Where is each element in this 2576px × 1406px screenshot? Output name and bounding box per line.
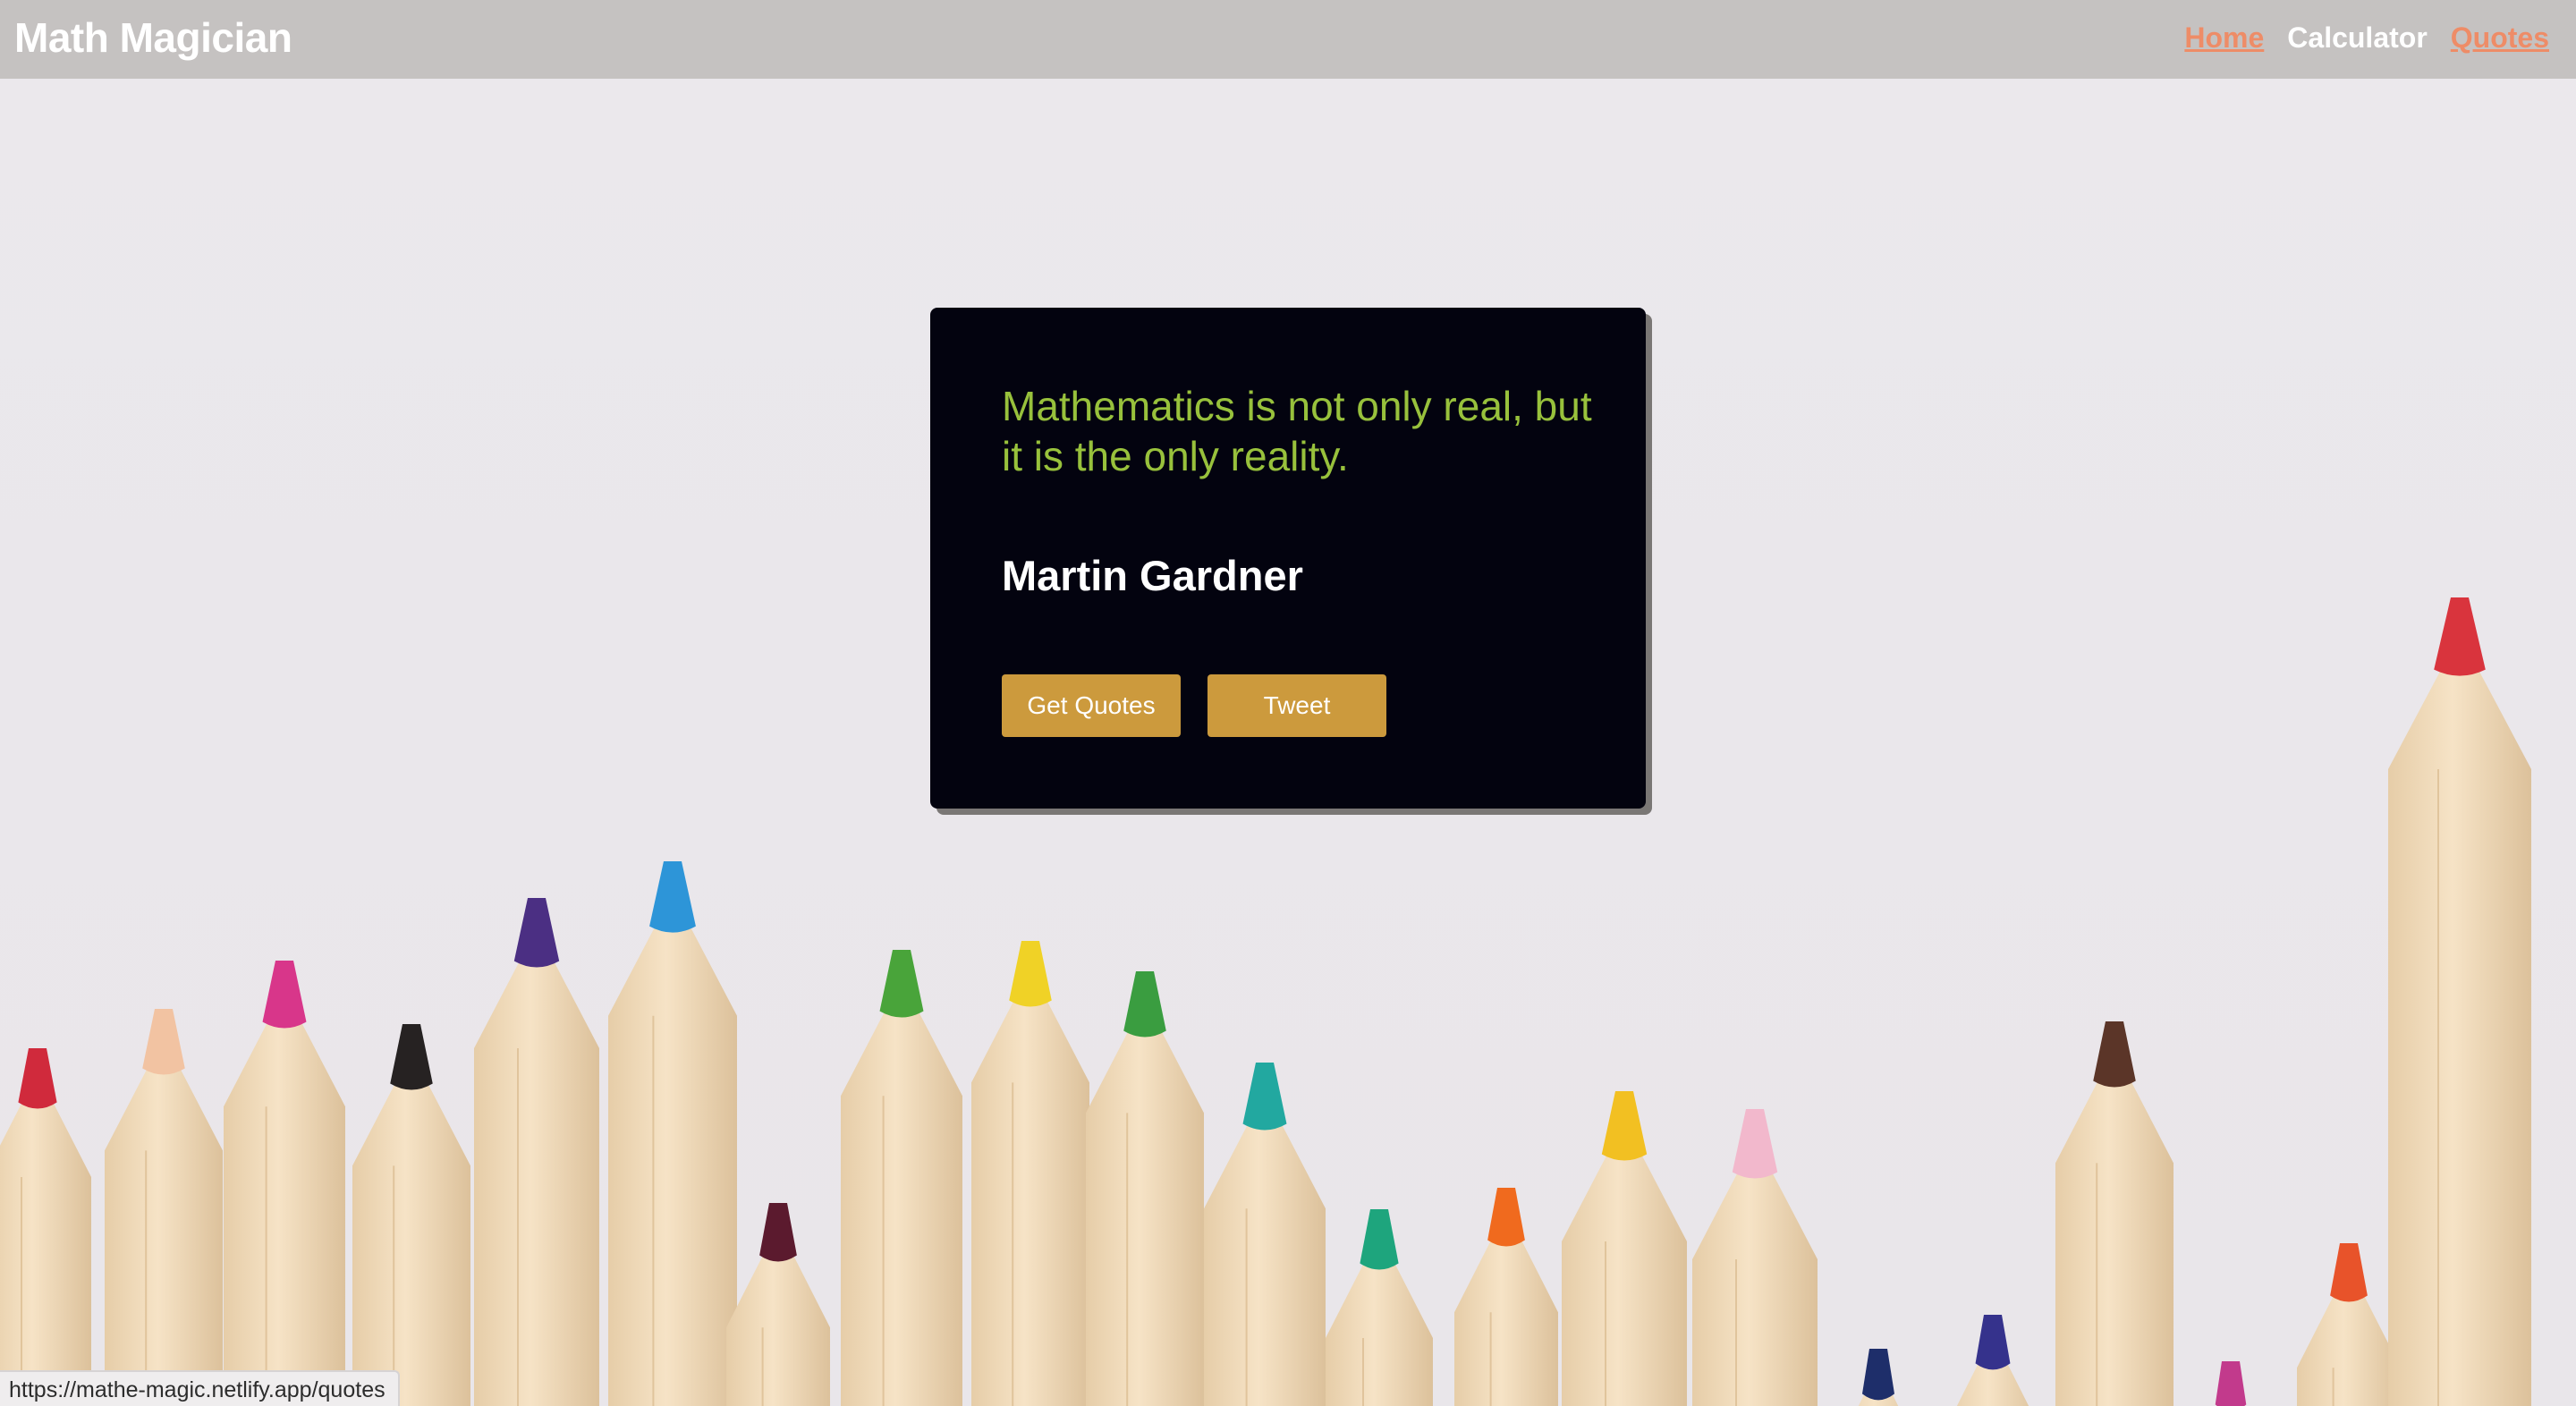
nav-link-calculator[interactable]: Calculator: [2287, 18, 2427, 57]
nav-link-home[interactable]: Home: [2184, 18, 2264, 57]
link-preview-status-bar: https://mathe-magic.netlify.app/quotes: [0, 1370, 400, 1406]
brand-logo-text[interactable]: Math Magician: [14, 13, 292, 63]
nav-link-quotes[interactable]: Quotes: [2451, 18, 2549, 57]
nav-links: Home Calculator Quotes: [2184, 18, 2549, 57]
quote-text: Mathematics is not only real, but it is …: [1002, 383, 1592, 479]
quote-author: Martin Gardner: [1002, 552, 1303, 599]
quote-card: Mathematics is not only real, but it is …: [930, 308, 1646, 809]
get-quotes-button[interactable]: Get Quotes: [1002, 674, 1181, 737]
top-navbar: Math Magician Home Calculator Quotes: [0, 0, 2576, 79]
tweet-button[interactable]: Tweet: [1208, 674, 1386, 737]
